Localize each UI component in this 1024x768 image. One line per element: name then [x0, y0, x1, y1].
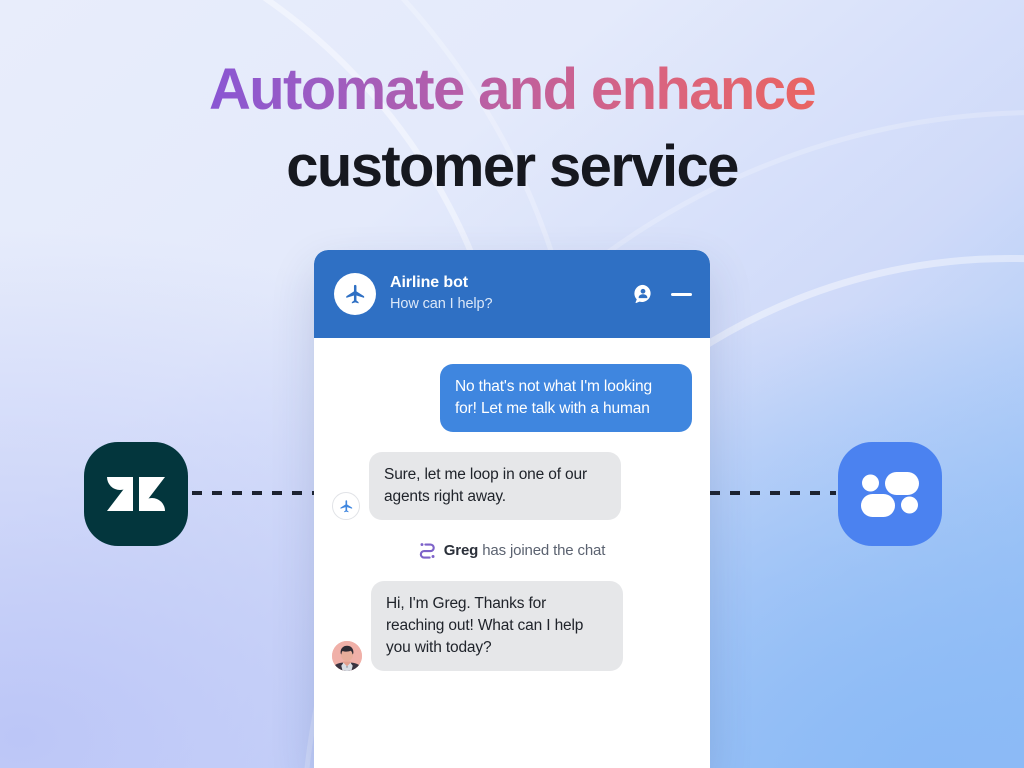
system-message-text: Greg has joined the chat — [444, 542, 606, 559]
ultimate-mark-icon — [861, 472, 919, 517]
agent-photo — [332, 641, 362, 671]
minimize-button[interactable] — [671, 292, 692, 296]
message-bubble-bot: Sure, let me loop in one of our agents r… — [369, 452, 621, 520]
bot-avatar — [334, 273, 376, 315]
chat-widget: Airline bot How can I help? No that's no… — [314, 250, 710, 768]
chat-header-actions — [632, 283, 692, 305]
agent-icon-glyph — [634, 284, 651, 304]
system-message-joined: Greg has joined the chat — [332, 540, 692, 561]
ultimate-glyph-icon — [419, 543, 435, 559]
headline-line-1: Automate and enhance — [0, 52, 1024, 129]
connector-line-left — [192, 491, 316, 495]
page-title: Automate and enhance customer service — [0, 52, 1024, 205]
zendesk-mark-icon — [107, 477, 165, 511]
airplane-icon-small — [340, 499, 352, 512]
chat-header-text: Airline bot How can I help? — [390, 273, 618, 314]
message-row-incoming-agent: Hi, I'm Greg. Thanks for reaching out! W… — [332, 581, 692, 671]
person-in-speech-bubble-icon[interactable] — [632, 283, 654, 305]
bot-subtitle: How can I help? — [390, 296, 493, 313]
airplane-icon — [345, 284, 364, 303]
zendesk-logo[interactable] — [84, 442, 188, 546]
message-row-outgoing: No that's not what I'm looking for! Let … — [332, 364, 692, 432]
headline-line-2: customer service — [286, 133, 739, 199]
connector-line-right — [710, 491, 836, 495]
bot-name: Airline bot — [390, 274, 469, 292]
joined-user-name: Greg — [443, 542, 479, 559]
chat-message-list: No that's not what I'm looking for! Let … — [314, 338, 710, 768]
minimize-dash-icon — [671, 292, 692, 296]
airplane-avatar — [332, 492, 360, 520]
message-bubble-agent: Hi, I'm Greg. Thanks for reaching out! W… — [371, 581, 623, 671]
message-bubble-user: No that's not what I'm looking for! Let … — [440, 364, 692, 432]
ultimate-logo[interactable] — [838, 442, 942, 546]
message-row-incoming-bot: Sure, let me loop in one of our agents r… — [332, 452, 692, 520]
chat-header: Airline bot How can I help? — [314, 250, 710, 338]
joined-suffix: has joined the chat — [482, 542, 606, 559]
greg-photo-avatar — [332, 641, 362, 671]
